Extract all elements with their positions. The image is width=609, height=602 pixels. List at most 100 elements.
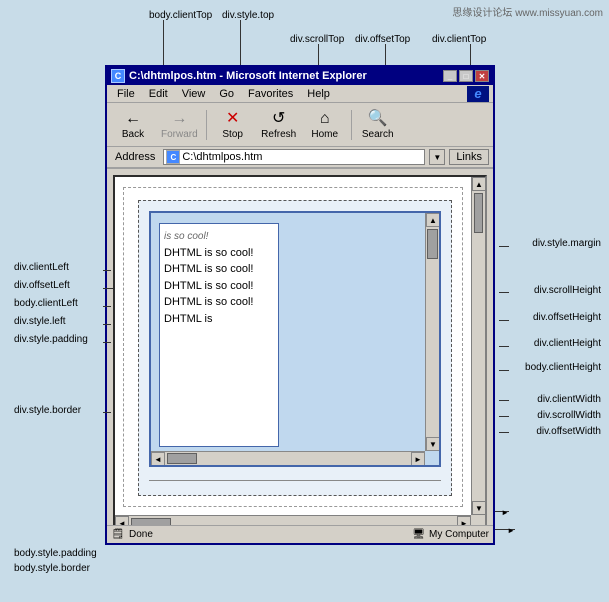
div-outer-indicator: ▲ ▼ ◄ ► is so coo	[138, 200, 452, 496]
menu-view[interactable]: View	[176, 87, 212, 101]
div-text-box: is so cool! DHTML is so cool! DHTML is s…	[159, 223, 279, 447]
arrow-right-bow: ►	[507, 526, 515, 535]
line-div-style-left	[103, 324, 111, 325]
body-border-indicator: ▲ ▼ ◄ ► is so coo	[123, 187, 463, 507]
title-bar: C C:\dhtmlpos.htm - Microsoft Internet E…	[107, 67, 493, 85]
div-scroll-h: ◄ ►	[151, 451, 425, 465]
status-bar: 🗒 Done 🖥 My Computer	[107, 525, 493, 543]
ann-body-client-left: body.clientLeft	[14, 298, 78, 309]
refresh-label: Refresh	[261, 129, 296, 140]
menu-go[interactable]: Go	[213, 87, 240, 101]
ann-div-offset-width: div.offsetWidth	[536, 426, 601, 437]
line-body-client-left	[103, 306, 111, 307]
stop-icon: ✕	[226, 109, 239, 129]
page-viewport: ▲ ▼ ◄ ► is so coo	[115, 177, 471, 515]
div-scroll-v: ▲ ▼	[425, 213, 439, 451]
line-div-client-width	[499, 400, 509, 401]
ann-div-client-top2: div.clientTop	[432, 34, 486, 45]
ie-logo: e	[467, 86, 489, 102]
refresh-button[interactable]: ↺ Refresh	[257, 106, 301, 144]
back-icon: ←	[125, 109, 141, 129]
address-text: C:\dhtmlpos.htm	[182, 151, 262, 163]
search-icon: 🔍	[368, 109, 388, 129]
content-area: ▲ ▼ ◄ ► is so coo	[113, 175, 487, 531]
minimize-button[interactable]: _	[443, 70, 457, 82]
browser-window: C C:\dhtmlpos.htm - Microsoft Internet E…	[105, 65, 495, 545]
title-bar-buttons[interactable]: _ □ ✕	[443, 70, 489, 82]
search-label: Search	[362, 129, 394, 140]
address-label: Address	[111, 150, 159, 164]
status-computer-label: My Computer	[429, 529, 489, 540]
watermark-text: 思缘设计论坛 www.missyuan.com	[452, 4, 603, 19]
line-div-client-height	[499, 346, 509, 347]
search-button[interactable]: 🔍 Search	[356, 106, 400, 144]
ann-div-style-border: div.style.border	[14, 405, 81, 416]
title-bar-left: C C:\dhtmlpos.htm - Microsoft Internet E…	[111, 69, 367, 83]
page-scroll-down[interactable]: ▼	[472, 501, 486, 515]
menu-file[interactable]: File	[111, 87, 141, 101]
computer-icon: 🖥	[412, 529, 425, 540]
ann-div-offset-top: div.offsetTop	[355, 34, 410, 45]
refresh-icon: ↺	[272, 109, 285, 129]
line-div-offset-height	[499, 320, 509, 321]
ann-div-style-left: div.style.left	[14, 316, 66, 327]
div-scroll-up[interactable]: ▲	[426, 213, 440, 227]
ann-body-client-top: body.clientTop	[149, 10, 212, 21]
stop-button[interactable]: ✕ Stop	[211, 106, 255, 144]
ann-div-client-height: div.clientHeight	[534, 338, 601, 349]
address-dropdown[interactable]: ▼	[429, 149, 445, 165]
address-input[interactable]: C C:\dhtmlpos.htm	[163, 149, 425, 165]
ann-body-client-height: body.clientHeight	[525, 362, 601, 373]
div-scroll-left[interactable]: ◄	[151, 452, 165, 466]
close-button[interactable]: ✕	[475, 70, 489, 82]
status-page-icon: 🗒	[111, 528, 125, 542]
menu-bar: File Edit View Go Favorites Help e	[107, 85, 493, 103]
back-button[interactable]: ← Back	[111, 106, 155, 144]
ann-div-client-width: div.clientWidth	[537, 394, 601, 405]
forward-icon: →	[171, 109, 187, 129]
div-scroll-down[interactable]: ▼	[426, 437, 440, 451]
div-width-line	[149, 480, 441, 481]
line-div-scroll-width	[499, 416, 509, 417]
home-button[interactable]: ⌂ Home	[303, 106, 347, 144]
address-bar: Address C C:\dhtmlpos.htm ▼ Links	[107, 147, 493, 169]
ann-div-style-padding: div.style.padding	[14, 334, 88, 345]
forward-button[interactable]: → Forward	[157, 106, 202, 144]
menu-favorites[interactable]: Favorites	[242, 87, 299, 101]
toolbar-separator-1	[206, 110, 207, 140]
ann-body-style-padding: body.style.padding	[14, 548, 97, 559]
line-body-client-height	[499, 370, 509, 371]
forward-label: Forward	[161, 129, 198, 140]
ann-div-client-left: div.clientLeft	[14, 262, 69, 273]
ann-div-scroll-height: div.scrollHeight	[534, 285, 601, 296]
div-scroll-indicator: ▲ ▼ ◄ ► is so coo	[149, 211, 441, 467]
div-scroll-thumb-v	[427, 229, 438, 259]
line-div-style-border	[103, 412, 111, 413]
line-div-client-left	[103, 270, 111, 271]
links-button[interactable]: Links	[449, 149, 489, 165]
page-scroll-thumb-v[interactable]	[474, 193, 483, 233]
div-scroll-thumb-h	[167, 453, 197, 464]
status-right: 🖥 My Computer	[412, 529, 489, 540]
page-scrollbar-v: ▲ ▼	[471, 177, 485, 515]
ann-div-scroll-width: div.scrollWidth	[537, 410, 601, 421]
back-label: Back	[122, 129, 144, 140]
line-div-scroll-height	[499, 292, 509, 293]
page-scroll-up[interactable]: ▲	[472, 177, 486, 191]
line-div-style-margin	[499, 246, 509, 247]
menu-help[interactable]: Help	[301, 87, 336, 101]
home-icon: ⌂	[320, 109, 330, 129]
line-div-style-padding	[103, 342, 111, 343]
ann-body-style-border: body.style.border	[14, 563, 90, 574]
browser-title: C:\dhtmlpos.htm - Microsoft Internet Exp…	[129, 70, 367, 82]
status-text: Done	[129, 529, 153, 540]
div-scroll-right[interactable]: ►	[411, 452, 425, 466]
div-text-content: is so cool! DHTML is so cool! DHTML is s…	[164, 228, 274, 327]
line-div-offset-left	[103, 288, 113, 289]
favicon: C	[166, 150, 180, 164]
stop-label: Stop	[222, 129, 243, 140]
menu-edit[interactable]: Edit	[143, 87, 174, 101]
maximize-button[interactable]: □	[459, 70, 473, 82]
ann-div-offset-left: div.offsetLeft	[14, 280, 70, 291]
browser-icon: C	[111, 69, 125, 83]
